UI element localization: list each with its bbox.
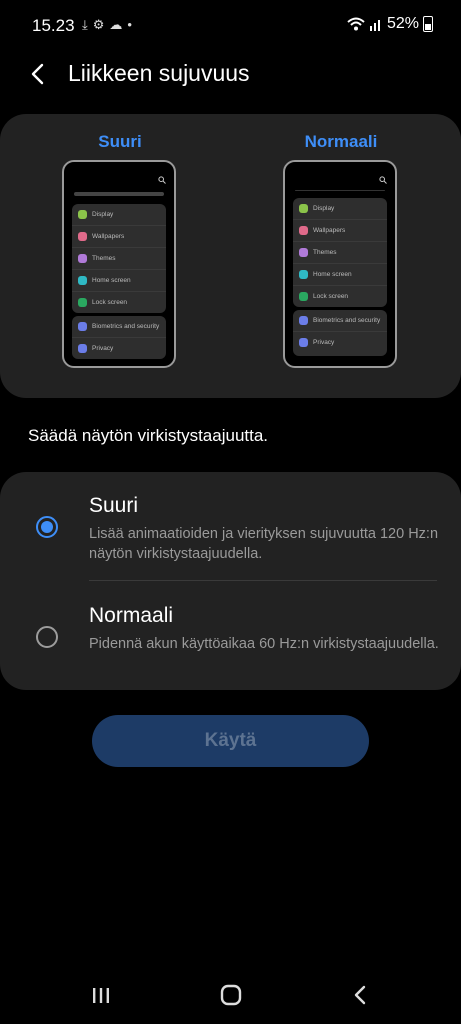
preview-menu-item: Themes [293,242,387,264]
option-normal-description: Pidennä akun käyttöaikaa 60 Hz:n virkist… [89,636,439,652]
wallpaper-icon [78,232,87,241]
preview-menu-group-2: Biometrics and security Privacy [72,316,166,359]
back-arrow-icon[interactable] [28,60,48,88]
preview-menu-item: Themes [72,248,166,270]
divider [89,580,437,581]
page-title: Liikkeen sujuvuus [68,60,250,86]
preview-menu-item: Lock screen [72,292,166,313]
search-icon [379,176,387,184]
header: Liikkeen sujuvuus [0,52,461,96]
home-screen-icon [299,270,308,279]
preview-menu-group-2: Biometrics and security Privacy [293,310,387,356]
refresh-rate-options: Suuri Lisää animaatioiden ja vierityksen… [0,472,461,690]
download-icon: ⤓ [82,17,88,32]
status-notification-icons: ⤓ ⚙ ☁ • [82,16,132,34]
preview-menu-item: Privacy [293,332,387,353]
search-icon [158,176,166,184]
option-normal-title: Normaali [89,604,174,627]
preview-menu-item: Biometrics and security [293,310,387,332]
recent-apps-icon[interactable] [86,980,116,1010]
lock-screen-icon [78,298,87,307]
preview-menu-group-1: Display Wallpapers Themes Home screen Lo… [72,204,166,313]
preview-phone-high: Display Wallpapers Themes Home screen Lo… [62,160,176,368]
wifi-icon [347,17,365,31]
preview-label-normal: Normaali [304,132,378,151]
apply-button[interactable]: Käytä [92,715,369,767]
home-icon[interactable] [216,980,246,1010]
display-icon [299,204,308,213]
preview-menu-item: Display [293,198,387,220]
preview-menu-item: Wallpapers [72,226,166,248]
biometrics-icon [299,316,308,325]
preview-menu-item: Wallpapers [293,220,387,242]
preview-menu-group-1: Display Wallpapers Themes Home screen Lo… [293,198,387,307]
status-bar: 15.23 ⤓ ⚙ ☁ • 52% [0,0,461,52]
preview-menu-item: Privacy [72,338,166,359]
signal-icon [369,20,380,31]
navigation-bar [0,960,461,1024]
battery-percent: 52% [386,15,419,32]
preview-phone-normal: Display Wallpapers Themes Home screen Lo… [283,160,397,368]
battery-icon [423,16,433,32]
radio-normal[interactable] [36,626,58,648]
preview-menu-item: Home screen [293,264,387,286]
back-icon[interactable] [346,980,376,1010]
preview-menu-item: Biometrics and security [72,316,166,338]
themes-icon [299,248,308,257]
preview-menu-item: Display [72,204,166,226]
biometrics-icon [78,322,87,331]
cloud-icon: ☁ [109,17,123,32]
radio-high-selected[interactable] [36,516,58,538]
dot-icon: • [127,17,132,32]
privacy-icon [299,338,308,347]
status-right: 52% [347,15,433,33]
privacy-icon [78,344,87,353]
home-screen-icon [78,276,87,285]
themes-icon [78,254,87,263]
option-high-description: Lisää animaatioiden ja vierityksen sujuv… [89,526,439,562]
preview-menu-item: Lock screen [293,286,387,307]
display-icon [78,210,87,219]
lock-screen-icon [299,292,308,301]
option-high-title: Suuri [89,494,139,517]
option-normal[interactable]: Normaali Pidennä akun käyttöaikaa 60 Hz:… [0,582,461,690]
preview-label-high: Suuri [98,132,142,151]
wallpaper-icon [299,226,308,235]
section-label: Säädä näytön virkistystaajuutta. [28,426,269,445]
gear-icon: ⚙ [92,17,105,32]
preview-search-bar [295,190,385,191]
preview-card: Suuri Normaali Display Wallpapers Themes… [0,114,461,398]
option-high[interactable]: Suuri Lisää animaatioiden ja vierityksen… [0,472,461,580]
preview-menu-item: Home screen [72,270,166,292]
preview-search-bar [74,192,164,196]
status-time: 15.23 [32,16,75,35]
